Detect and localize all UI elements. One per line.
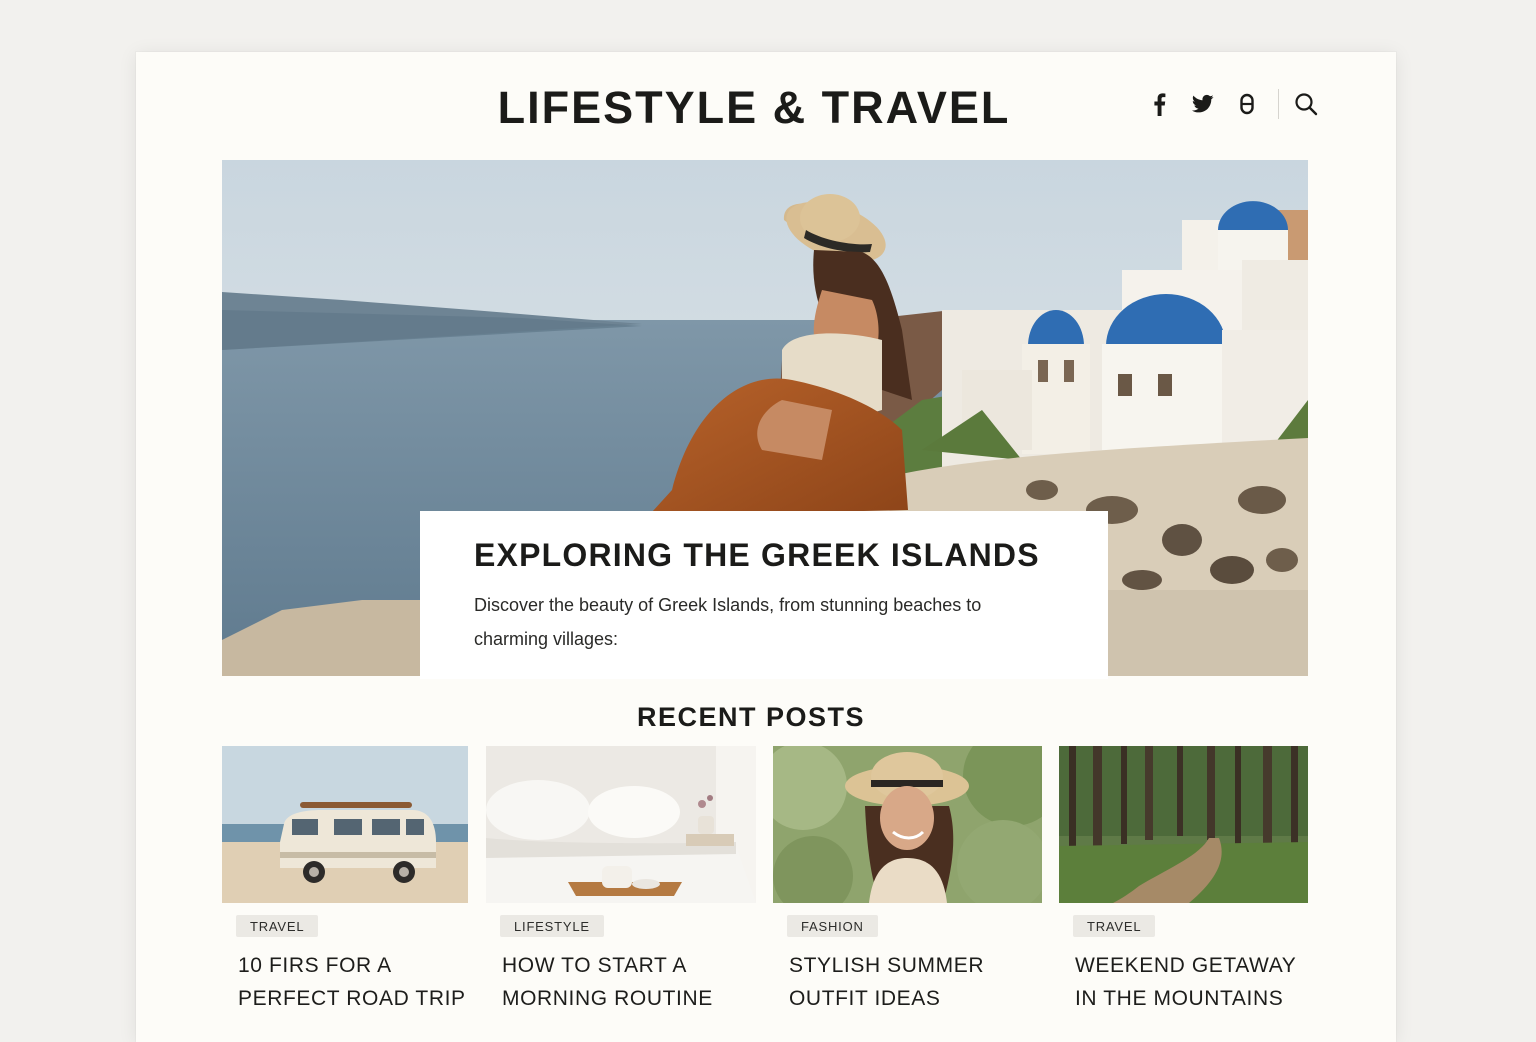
post-title[interactable]: WEEKEND GETAWAY IN THE MOUNTAINS	[1075, 949, 1315, 1015]
twitter-icon[interactable]	[1188, 89, 1218, 119]
post-category-badge[interactable]: LIFESTYLE	[500, 915, 604, 937]
post-category-badge[interactable]: TRAVEL	[236, 915, 319, 937]
featured-post-title[interactable]: EXPLORING THE GREEK ISLANDS	[474, 537, 1054, 574]
post-thumbnail[interactable]	[1059, 746, 1308, 903]
blog-page: LIFESTYLE & TRAVEL EXPLORING THE GREEK I…	[136, 52, 1396, 1042]
post-title[interactable]: STYLISH SUMMER OUTFIT IDEAS	[789, 949, 1029, 1015]
post-card-morning-routine[interactable]: LIFESTYLE HOW TO START A MORNING ROUTINE	[486, 746, 756, 1015]
post-card-summer-outfits[interactable]: FASHION STYLISH SUMMER OUTFIT IDEAS	[773, 746, 1042, 1015]
post-title[interactable]: 10 FIRS FOR A PERFECT ROAD TRIP	[238, 949, 478, 1015]
search-icon[interactable]	[1291, 89, 1321, 119]
post-title[interactable]: HOW TO START A MORNING ROUTINE	[502, 949, 742, 1015]
post-category-badge[interactable]: TRAVEL	[1073, 915, 1156, 937]
social-links	[1144, 86, 1335, 122]
featured-post-excerpt: Discover the beauty of Greek Islands, fr…	[474, 595, 982, 649]
instagram-icon[interactable]	[1232, 89, 1262, 119]
recent-posts-heading: RECENT POSTS	[636, 702, 866, 732]
facebook-icon[interactable]	[1144, 89, 1174, 119]
post-card-mountain-getaway[interactable]: TRAVEL WEEKEND GETAWAY IN THE MOUNTAINS	[1059, 746, 1308, 1015]
post-thumbnail[interactable]	[486, 746, 756, 903]
post-card-road-trip[interactable]: TRAVEL 10 FIRS FOR A PERFECT ROAD TRIP	[222, 746, 468, 1015]
post-thumbnail[interactable]	[773, 746, 1042, 903]
featured-post-card[interactable]: EXPLORING THE GREEK ISLANDS Discover the…	[420, 511, 1108, 679]
post-thumbnail[interactable]	[222, 746, 468, 903]
post-category-badge[interactable]: FASHION	[787, 915, 878, 937]
header-divider	[1278, 89, 1279, 119]
